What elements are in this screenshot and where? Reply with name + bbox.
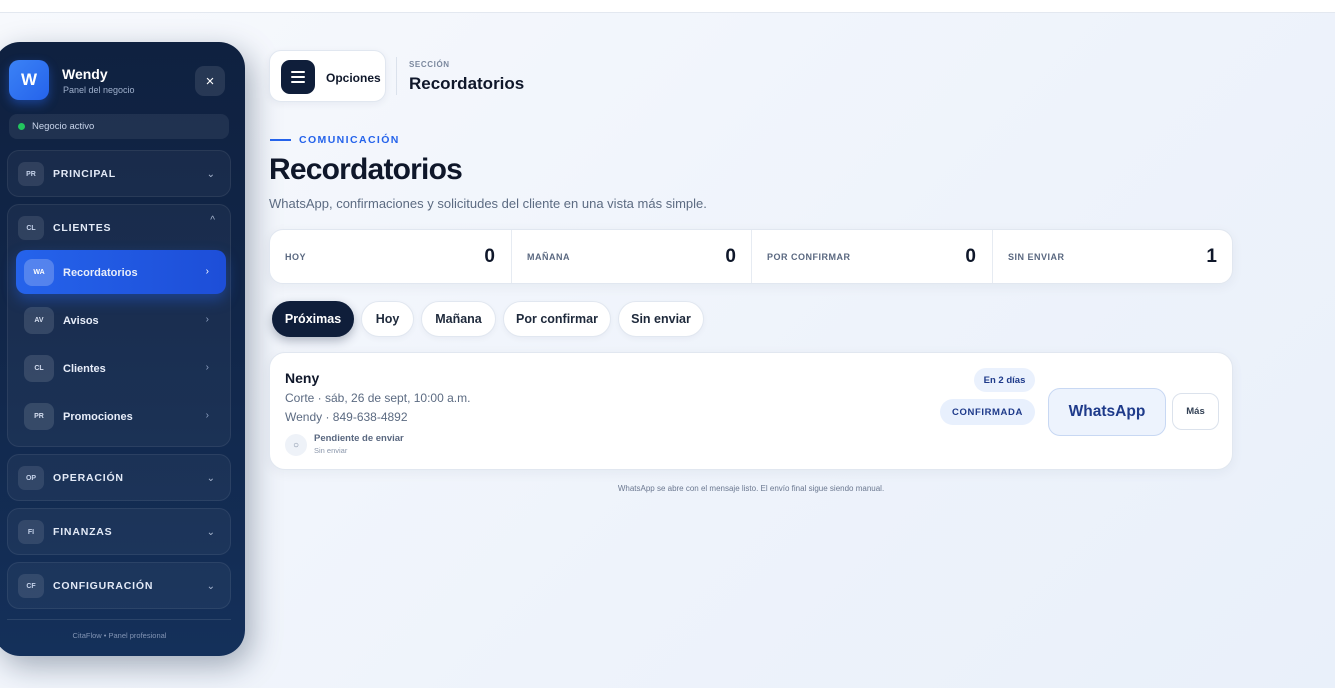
nav-group-label: CONFIGURACIÓN [53,580,154,592]
nav-group-label: OPERACIÓN [53,472,124,484]
pending-status-icon: ○ [285,434,307,456]
confirmation-badge: CONFIRMADA [940,399,1035,425]
sidebar: W Wendy Panel del negocio × Negocio acti… [0,42,245,656]
sidebar-item-clientes[interactable]: CL Clientes › [16,346,226,390]
client-contact: Wendy · 849-638-4892 [285,410,408,424]
status-dot-icon [18,123,25,130]
nav-item-label: Promociones [63,411,133,423]
nav-group-label: FINANZAS [53,526,113,538]
sidebar-divider [7,619,231,620]
chevron-down-icon: ⌄ [206,473,215,484]
nav-group-label: PRINCIPAL [53,168,117,180]
nav-group-configuracion: CF CONFIGURACIÓN ⌄ [7,562,231,609]
nav-group-clientes: CL CLIENTES ^ WA Recordatorios › AV Avis… [7,204,231,447]
chevron-right-icon: › [205,410,209,421]
sidebar-item-recordatorios[interactable]: WA Recordatorios › [16,250,226,294]
stat-manana: MAÑANA 0 [511,230,752,283]
chevron-right-icon: › [205,362,209,373]
chevron-right-icon: › [205,266,209,277]
nav-group-configuracion-toggle[interactable]: CF CONFIGURACIÓN ⌄ [8,563,230,609]
stat-por-confirmar: POR CONFIRMAR 0 [751,230,992,283]
nav-group-operacion: OP OPERACIÓN ⌄ [7,454,231,501]
chevron-up-icon: ^ [210,215,215,226]
chevron-right-icon: › [205,314,209,325]
close-icon: × [205,72,215,90]
stat-label: SIN ENVIAR [1008,252,1065,262]
sidebar-item-avisos[interactable]: AV Avisos › [16,298,226,342]
business-name: Wendy [62,66,108,82]
chevron-down-icon: ⌄ [206,169,215,180]
stat-label: MAÑANA [527,252,570,262]
nav-item-code: AV [24,307,54,334]
top-bar [0,0,1335,13]
close-sidebar-button[interactable]: × [195,66,225,96]
sidebar-item-promociones[interactable]: PR Promociones › [16,394,226,438]
nav-group-code: CL [18,216,44,240]
nav-item-code: PR [24,403,54,430]
tab-hoy[interactable]: Hoy [361,301,414,337]
nav-item-label: Avisos [63,315,99,327]
tab-por-confirmar[interactable]: Por confirmar [503,301,611,337]
nav-group-principal: PR PRINCIPAL ⌄ [7,150,231,197]
stat-label: POR CONFIRMAR [767,252,851,262]
nav-group-finanzas-toggle[interactable]: FI FINANZAS ⌄ [8,509,230,555]
page-subtitle: WhatsApp, confirmaciones y solicitudes d… [269,196,707,211]
section-kicker: SECCIÓN [409,60,450,69]
nav-item-label: Recordatorios [63,267,138,279]
business-status: Negocio activo [9,114,229,139]
tab-sin-enviar[interactable]: Sin enviar [618,301,704,337]
tab-proximas[interactable]: Próximas [272,301,354,337]
nav-group-code: OP [18,466,44,490]
nav-item-code: CL [24,355,54,382]
chevron-down-icon: ⌄ [206,527,215,538]
whatsapp-button[interactable]: WhatsApp [1048,388,1166,436]
send-status: Pendiente de enviar [314,433,404,444]
stat-value: 0 [965,246,976,267]
hamburger-icon [281,60,315,94]
nav-item-label: Clientes [63,363,106,375]
stat-hoy: HOY 0 [270,230,511,283]
send-substatus: Sin enviar [314,446,348,455]
nav-group-code: PR [18,162,44,186]
page-title: Recordatorios [269,153,463,186]
footnote: WhatsApp se abre con el mensaje listo. E… [617,484,885,493]
nav-group-principal-toggle[interactable]: PR PRINCIPAL ⌄ [8,151,230,197]
chevron-down-icon: ⌄ [206,581,215,592]
sidebar-footer: CitaFlow • Panel profesional [72,631,167,640]
nav-group-code: CF [18,574,44,598]
business-subtitle: Panel del negocio [63,85,135,95]
more-button[interactable]: Más [1172,393,1219,430]
section-title: Recordatorios [409,74,525,93]
stats-bar: HOY 0 MAÑANA 0 POR CONFIRMAR 0 SIN ENVIA… [269,229,1233,284]
nav-group-label: CLIENTES [53,222,112,234]
options-menu-button[interactable]: Opciones [269,50,386,102]
client-name: Neny [285,370,320,386]
appointment-details: Corte · sáb, 26 de sept, 10:00 a.m. [285,391,471,405]
nav-item-code: WA [24,259,54,286]
business-status-label: Negocio activo [32,121,95,132]
stat-value: 0 [725,246,736,267]
stat-value: 0 [484,246,495,267]
tab-manana[interactable]: Mañana [421,301,496,337]
nav-group-code: FI [18,520,44,544]
options-menu-label: Opciones [326,71,381,85]
kicker-line [270,139,291,141]
page-kicker: COMUNICACIÓN [299,134,400,146]
nav-group-finanzas: FI FINANZAS ⌄ [7,508,231,555]
business-avatar: W [9,60,49,100]
stat-label: HOY [285,252,307,262]
stat-sin-enviar: SIN ENVIAR 1 [992,230,1233,283]
reminder-card: Neny Corte · sáb, 26 de sept, 10:00 a.m.… [269,352,1233,470]
header-divider [396,57,397,95]
nav-group-clientes-toggle[interactable]: CL CLIENTES ^ [8,205,230,251]
nav-group-operacion-toggle[interactable]: OP OPERACIÓN ⌄ [8,455,230,501]
stat-value: 1 [1206,246,1217,267]
days-badge: En 2 días [974,368,1035,392]
